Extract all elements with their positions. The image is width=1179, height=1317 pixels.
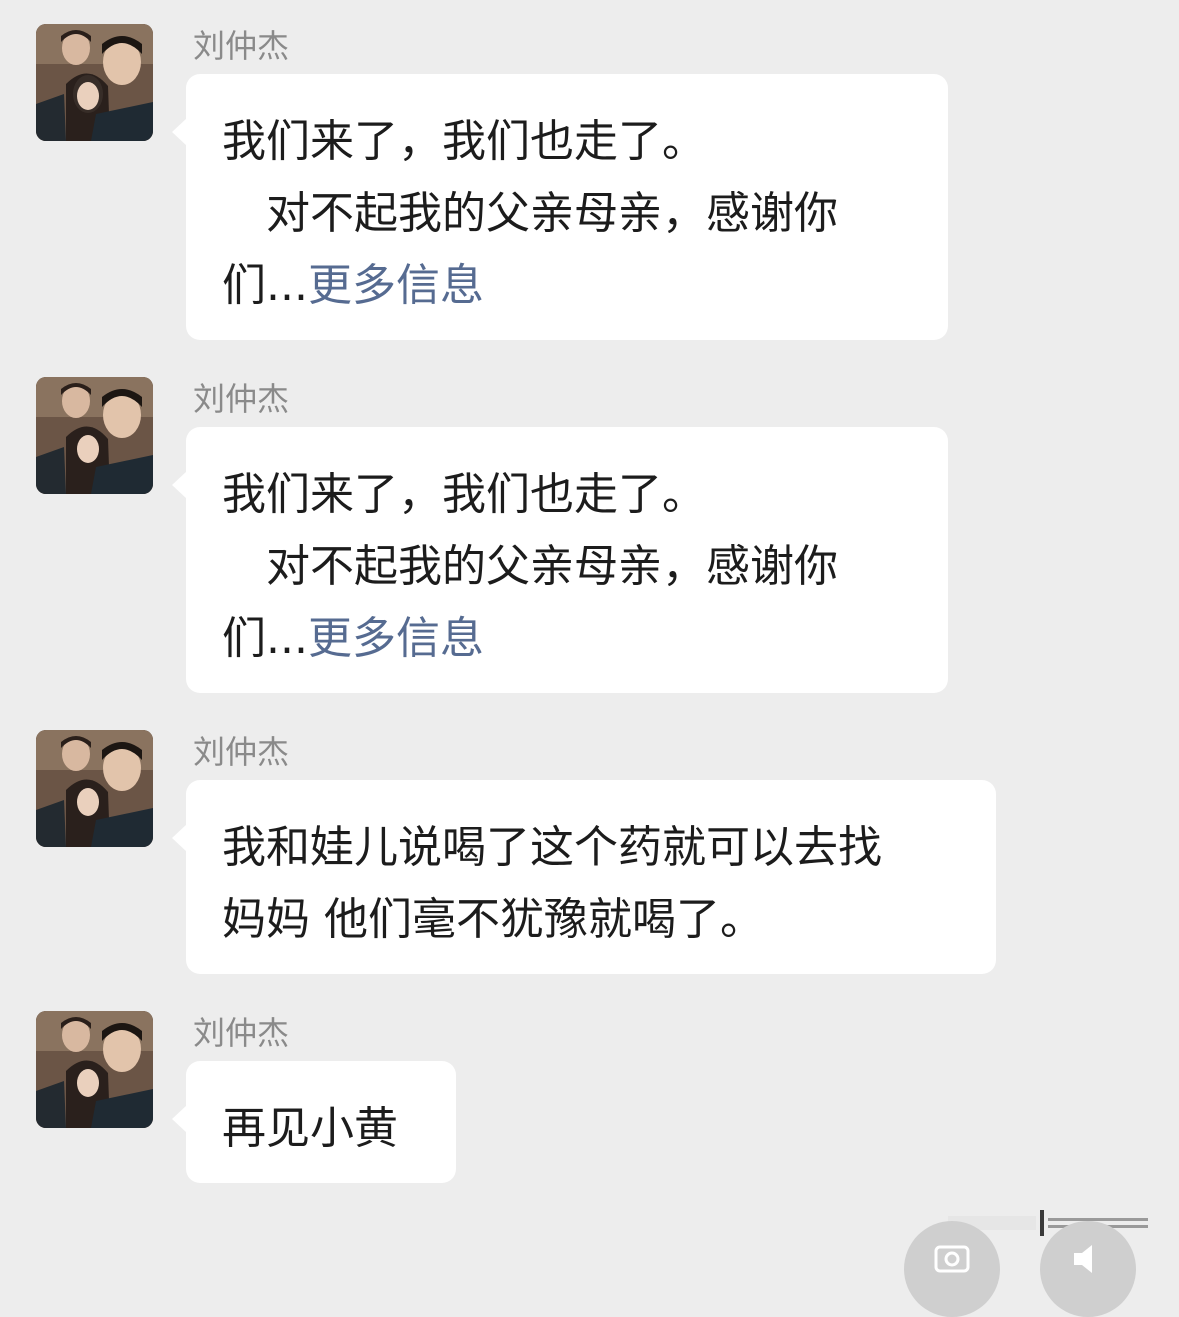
camera-icon [934, 1245, 970, 1273]
camera-button[interactable] [904, 1221, 1000, 1317]
more-info-link[interactable]: 更多信息 [308, 260, 484, 311]
message-line: 对不起我的父亲母亲，感谢你 [266, 188, 838, 239]
message-line: 们... [222, 260, 308, 311]
avatar[interactable] [36, 1011, 153, 1128]
avatar[interactable] [36, 24, 153, 141]
avatar-photo-icon [36, 24, 153, 141]
message-line: 我们来了，我们也走了。 [222, 469, 706, 520]
avatar[interactable] [36, 730, 153, 847]
message-line: 们... [222, 613, 308, 664]
avatar-photo-icon [36, 377, 153, 494]
message-line: 我们来了，我们也走了。 [222, 116, 706, 167]
message-bubble[interactable]: 我和娃儿说喝了这个药就可以去找 妈妈 他们毫不犹豫就喝了。 [172, 780, 996, 974]
message-line: 再见小黄 [222, 1103, 398, 1154]
message-bubble[interactable]: 再见小黄 [172, 1061, 456, 1183]
message-bubble[interactable]: 我们来了，我们也走了。 对不起我的父亲母亲，感谢你 们...更多信息 [172, 427, 948, 693]
message-line: 对不起我的父亲母亲，感谢你 [266, 541, 838, 592]
message-line: 我和娃儿说喝了这个药就可以去找 [222, 822, 882, 873]
avatar-photo-icon [36, 1011, 153, 1128]
message-bubble[interactable]: 我们来了，我们也走了。 对不起我的父亲母亲，感谢你 们...更多信息 [172, 74, 948, 340]
message-line: 妈妈 他们毫不犹豫就喝了。 [222, 894, 764, 945]
sender-name: 刘仲杰 [193, 1014, 290, 1052]
speaker-icon [1074, 1245, 1092, 1273]
sender-name: 刘仲杰 [193, 733, 290, 771]
avatar[interactable] [36, 377, 153, 494]
more-info-link[interactable]: 更多信息 [308, 613, 484, 664]
sender-name: 刘仲杰 [193, 27, 290, 65]
sender-name: 刘仲杰 [193, 380, 290, 418]
speaker-button[interactable] [1040, 1221, 1136, 1317]
avatar-photo-icon [36, 730, 153, 847]
